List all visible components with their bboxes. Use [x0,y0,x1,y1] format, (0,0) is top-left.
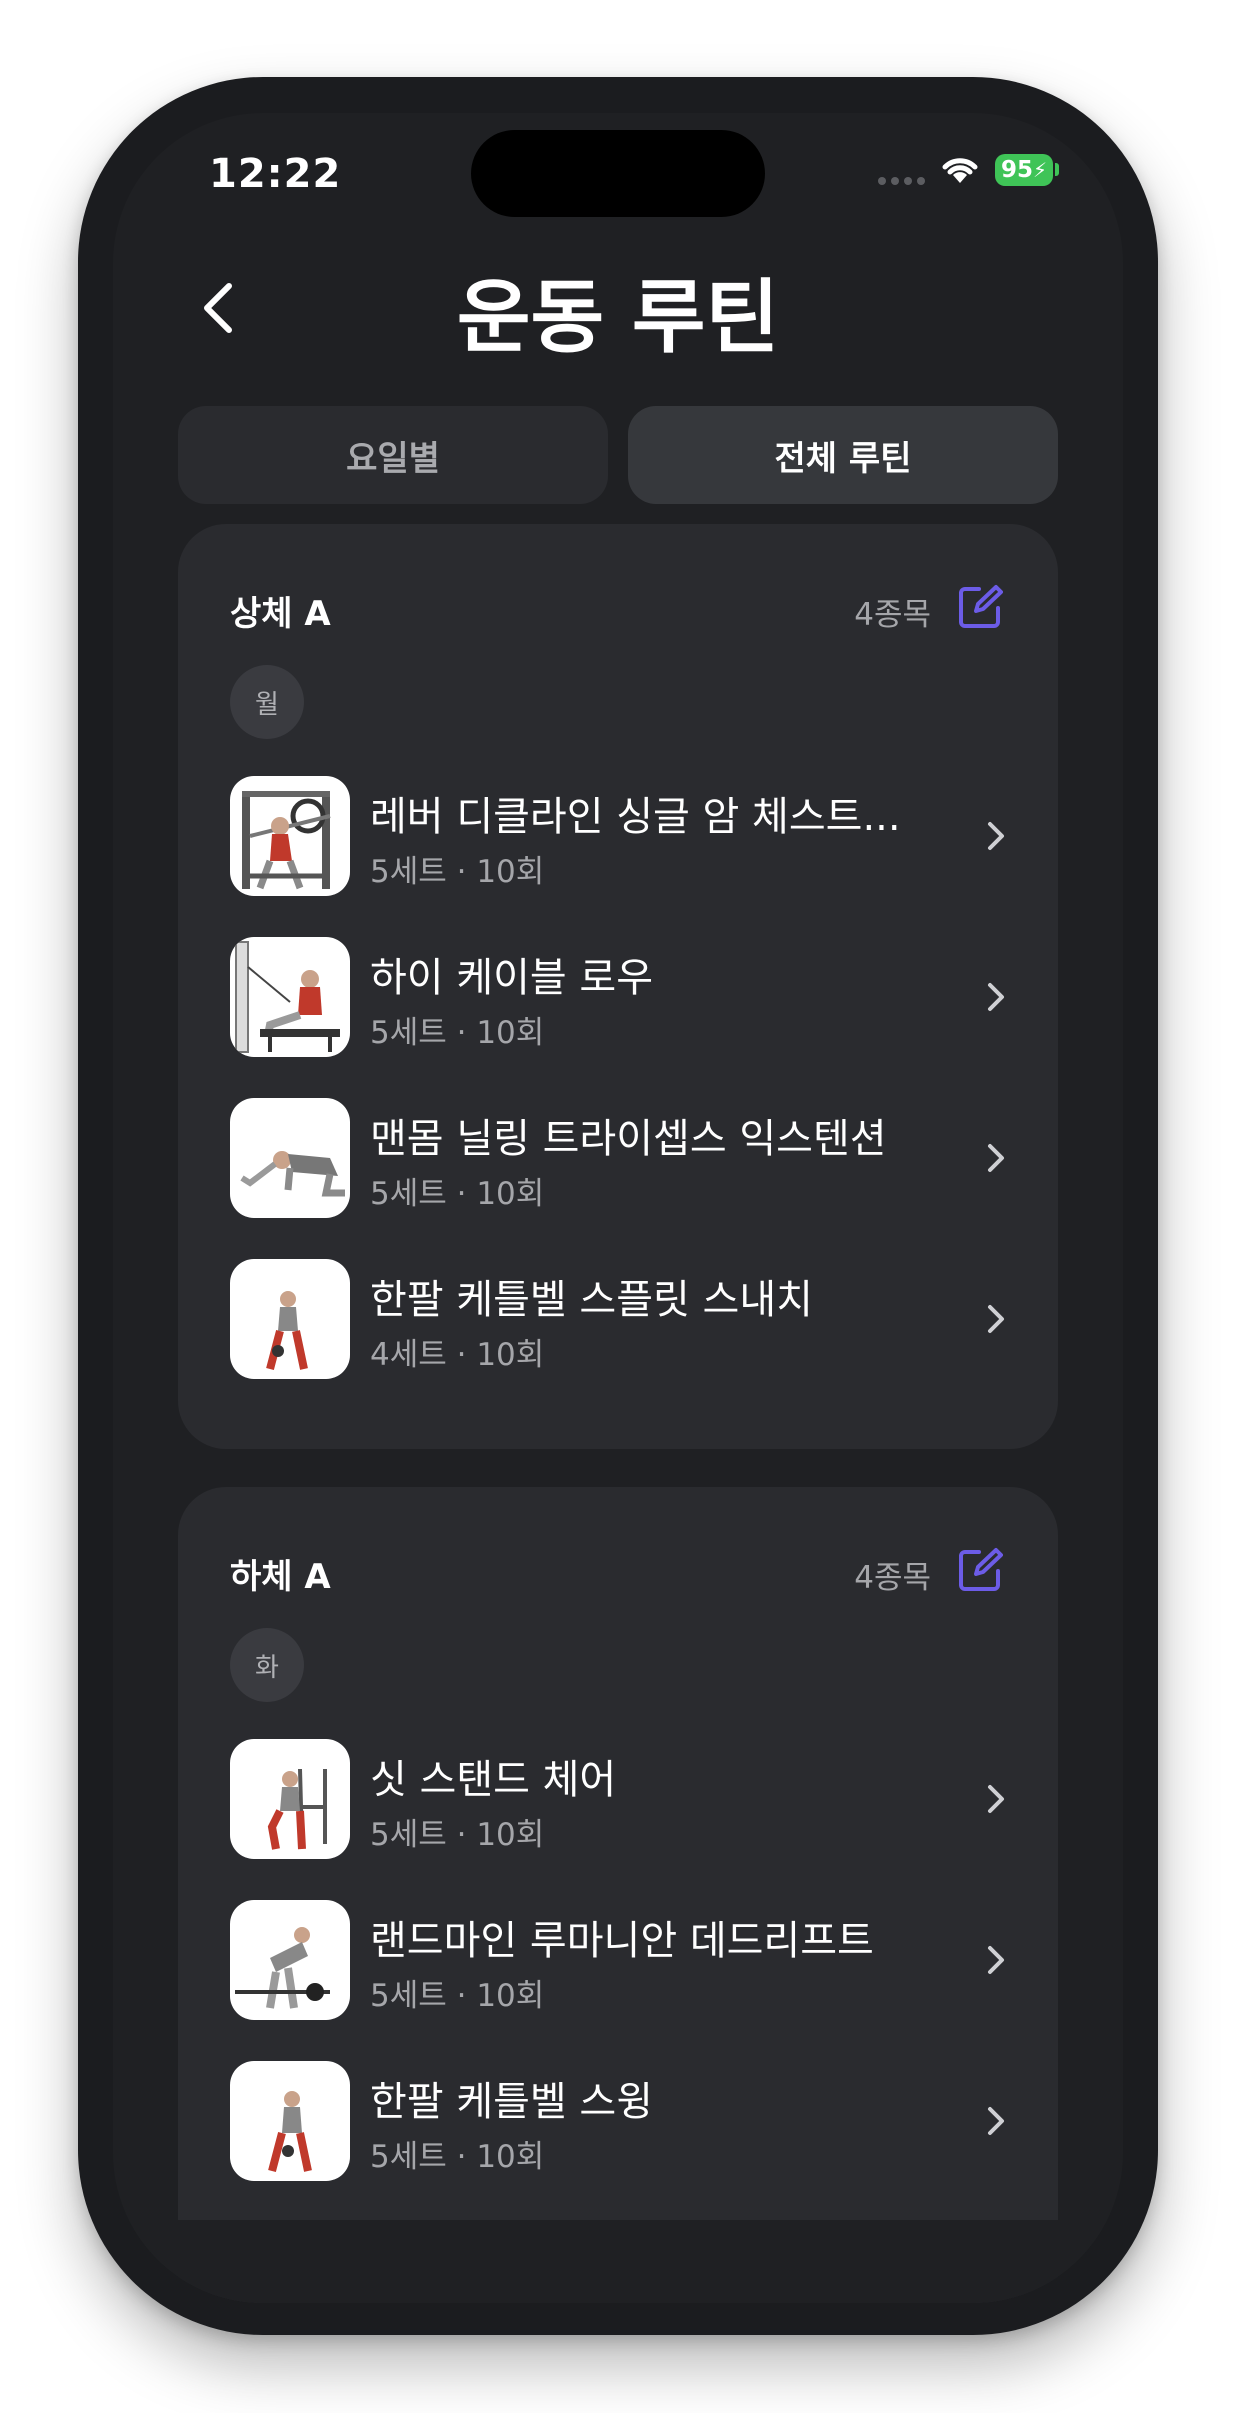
exercise-name: 한팔 케틀벨 스윙 [370,2079,654,2125]
exercise-row[interactable]: 랜드마인 루마니안 데드리프트 5세트 · 10회 [230,1900,1010,2020]
edit-icon[interactable] [957,584,1003,630]
exercise-thumbnail [230,1259,350,1379]
battery-level: 95 [1000,157,1033,183]
tab-all-routines[interactable]: 전체 루틴 [628,406,1058,504]
chevron-right-icon [988,1946,1004,1974]
exercise-meta: 5세트 · 10회 [370,1015,545,1051]
tab-by-day[interactable]: 요일별 [178,406,608,504]
exercise-name: 레버 디클라인 싱글 암 체스트... [370,794,901,840]
exercise-row[interactable]: 맨몸 닐링 트라이셉스 익스텐션 5세트 · 10회 [230,1098,1010,1218]
day-chip: 월 [230,665,304,739]
segmented-control: 요일별 전체 루틴 [178,406,1058,504]
exercise-name: 맨몸 닐링 트라이셉스 익스텐션 [370,1116,887,1162]
chevron-right-icon [988,822,1004,850]
exercise-row[interactable]: 하이 케이블 로우 5세트 · 10회 [230,937,1010,1057]
exercise-thumbnail [230,1098,350,1218]
exercise-meta: 5세트 · 10회 [370,1817,545,1853]
exercise-meta: 5세트 · 10회 [370,1978,545,2014]
chevron-right-icon [988,983,1004,1011]
routine-title: 하체 A [230,1557,331,1597]
exercise-thumbnail [230,1739,350,1859]
exercise-name: 싯 스탠드 체어 [370,1757,617,1803]
bottom-safe-area [113,2220,1123,2303]
chevron-right-icon [988,1785,1004,1813]
exercise-thumbnail [230,2061,350,2181]
exercise-row[interactable]: 한팔 케틀벨 스플릿 스내치 4세트 · 10회 [230,1259,1010,1379]
exercise-thumbnail [230,1900,350,2020]
exercise-thumbnail [230,937,350,1057]
battery-indicator: 95 ⚡ [995,154,1053,186]
battery-cap [1055,163,1059,176]
exercise-name: 한팔 케틀벨 스플릿 스내치 [370,1277,813,1323]
exercise-meta: 5세트 · 10회 [370,854,545,890]
routine-count: 4종목 [854,597,931,633]
wifi-icon [942,158,978,183]
cellular-signal-icon [878,177,925,185]
charging-bolt-icon: ⚡ [1032,158,1048,182]
routine-count: 4종목 [854,1560,931,1596]
routine-title: 상체 A [230,594,331,634]
routine-card-upper-a: 상체 A 4종목 월 레버 디클라인 싱글 암 체스트... 5세트 · 10회… [178,524,1058,1449]
exercise-name: 랜드마인 루마니안 데드리프트 [370,1918,874,1964]
chevron-right-icon [988,2107,1004,2135]
exercise-meta: 5세트 · 10회 [370,2139,545,2175]
exercise-row[interactable]: 한팔 케틀벨 스윙 5세트 · 10회 [230,2061,1010,2181]
exercise-row[interactable]: 레버 디클라인 싱글 암 체스트... 5세트 · 10회 [230,776,1010,896]
exercise-thumbnail [230,776,350,896]
status-time: 12:22 [209,151,342,197]
app-screen: 12:22 95 ⚡ 운동 루틴 요일별 전체 루틴 상체 A 4종목 월 레버… [113,113,1123,2303]
day-chip: 화 [230,1628,304,1702]
exercise-meta: 4세트 · 10회 [370,1337,545,1373]
routine-card-lower-a: 하체 A 4종목 화 싯 스탠드 체어 5세트 · 10회 랜드마인 루마니안 … [178,1487,1058,2303]
exercise-row[interactable]: 싯 스탠드 체어 5세트 · 10회 [230,1739,1010,1859]
exercise-meta: 5세트 · 10회 [370,1176,545,1212]
chevron-right-icon [988,1305,1004,1333]
exercise-name: 하이 케이블 로우 [370,955,654,1001]
edit-icon[interactable] [957,1547,1003,1593]
dynamic-island [471,130,765,217]
chevron-right-icon [988,1144,1004,1172]
page-title: 운동 루틴 [456,271,780,364]
